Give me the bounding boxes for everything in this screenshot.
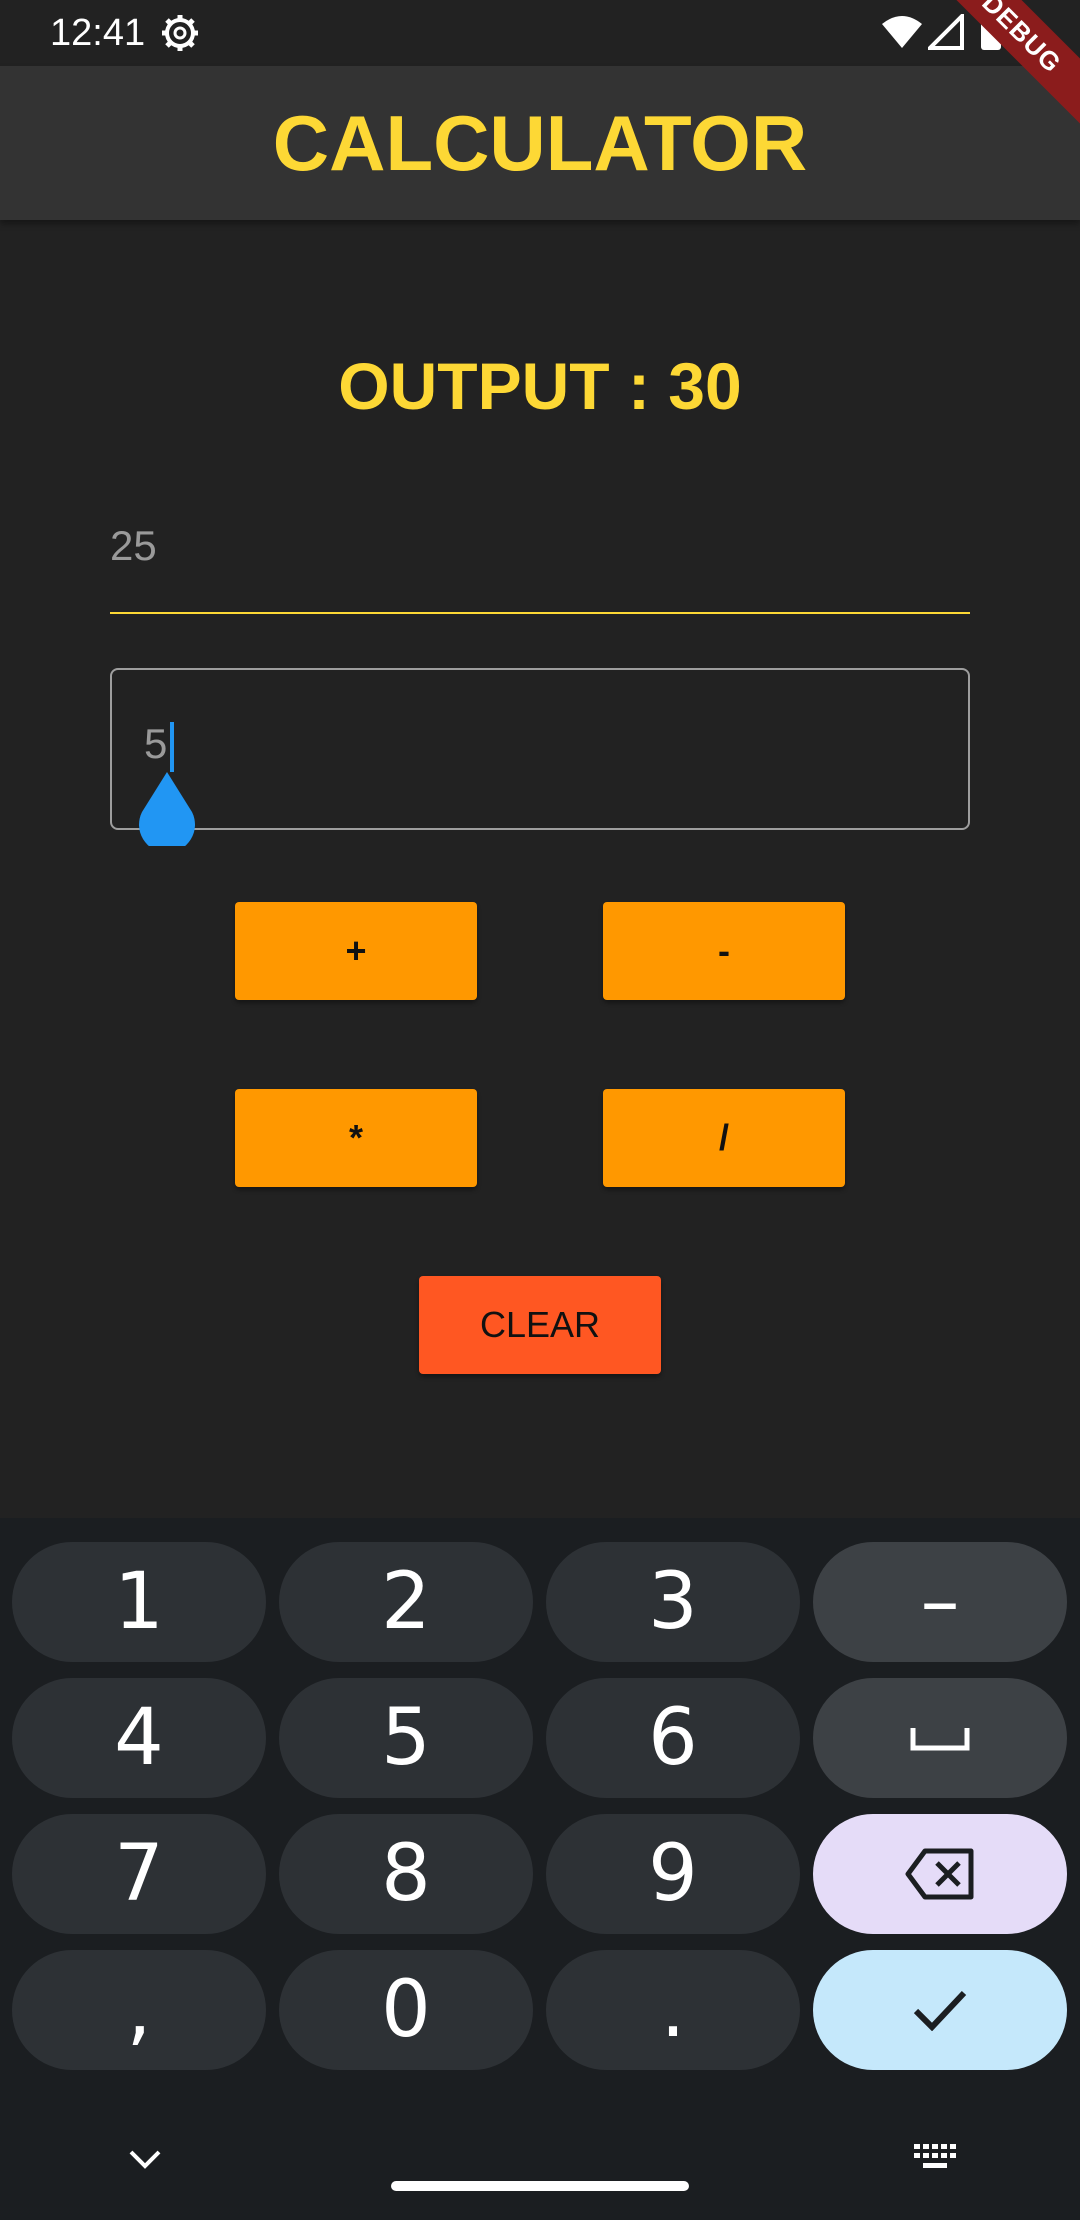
key-5[interactable]: 5 bbox=[279, 1678, 533, 1798]
keyboard-icon[interactable] bbox=[912, 2142, 958, 2172]
app-bar: CALCULATOR bbox=[0, 66, 1080, 220]
divide-button[interactable]: / bbox=[603, 1089, 845, 1187]
second-number-field[interactable]: 5 bbox=[110, 668, 970, 830]
app-title: CALCULATOR bbox=[272, 99, 808, 187]
text-caret bbox=[170, 722, 174, 772]
key-9[interactable]: 9 bbox=[546, 1814, 800, 1934]
gesture-nav-handle[interactable] bbox=[391, 2181, 689, 2191]
key-1[interactable]: 1 bbox=[12, 1542, 266, 1662]
clear-button[interactable]: CLEAR bbox=[419, 1276, 661, 1374]
key-3[interactable]: 3 bbox=[546, 1542, 800, 1662]
space-icon bbox=[910, 1728, 970, 1751]
key-comma[interactable]: , bbox=[12, 1950, 266, 2070]
key-backspace[interactable] bbox=[813, 1814, 1067, 1934]
cursor-handle-icon[interactable] bbox=[136, 770, 198, 846]
key-minus[interactable]: – bbox=[813, 1542, 1067, 1662]
key-8[interactable]: 8 bbox=[279, 1814, 533, 1934]
status-bar: 12:41 bbox=[0, 0, 1080, 66]
add-button[interactable]: + bbox=[235, 902, 477, 1000]
cell-signal-icon bbox=[928, 14, 964, 50]
settings-gear-icon bbox=[162, 15, 198, 51]
status-time: 12:41 bbox=[50, 12, 146, 54]
output-label: OUTPUT : 30 bbox=[338, 349, 742, 423]
key-space[interactable] bbox=[813, 1678, 1067, 1798]
checkmark-icon bbox=[913, 1990, 967, 2031]
key-enter[interactable] bbox=[813, 1950, 1067, 2070]
key-4[interactable]: 4 bbox=[12, 1678, 266, 1798]
key-2[interactable]: 2 bbox=[279, 1542, 533, 1662]
key-0[interactable]: 0 bbox=[279, 1950, 533, 2070]
backspace-icon bbox=[905, 1848, 974, 1900]
wifi-icon bbox=[882, 16, 922, 48]
subtract-button[interactable]: - bbox=[603, 902, 845, 1000]
multiply-button[interactable]: * bbox=[235, 1089, 477, 1187]
key-7[interactable]: 7 bbox=[12, 1814, 266, 1934]
numeric-keyboard: 1 2 3 – 4 5 6 7 8 9 , 0 . bbox=[0, 1518, 1080, 2220]
chevron-down-icon[interactable] bbox=[128, 2148, 162, 2170]
key-6[interactable]: 6 bbox=[546, 1678, 800, 1798]
key-dot[interactable]: . bbox=[546, 1950, 800, 2070]
first-number-field[interactable]: 25 bbox=[110, 512, 970, 614]
first-number-value: 25 bbox=[110, 522, 157, 569]
second-number-value: 5 bbox=[144, 720, 168, 767]
